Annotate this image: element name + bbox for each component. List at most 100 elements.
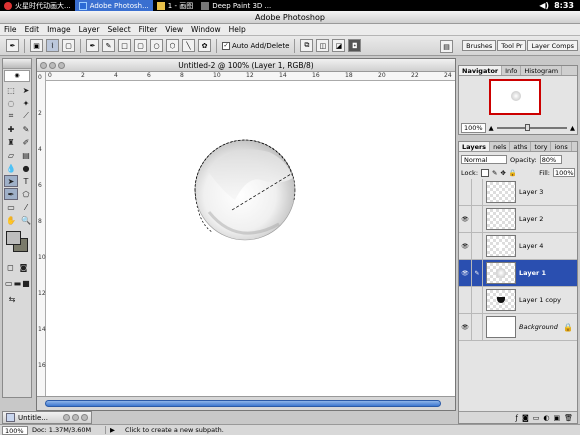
speaker-icon[interactable]: ◀)	[539, 1, 549, 10]
line-icon[interactable]: ╲	[182, 39, 195, 52]
menu-file[interactable]: File	[0, 24, 21, 36]
navigator-preview[interactable]	[489, 79, 541, 115]
pen-tool-preset-icon[interactable]: ✒	[6, 39, 19, 52]
taskbar-item-deep-paint[interactable]: Deep Paint 3D ...	[197, 0, 275, 11]
visibility-toggle[interactable]	[459, 286, 472, 314]
brush-icon[interactable]: ✎	[472, 259, 483, 287]
minimize-icon[interactable]	[49, 62, 56, 69]
standard-mode-icon[interactable]: ◻	[5, 261, 16, 273]
tab-info[interactable]: Info	[502, 66, 522, 75]
menu-layer[interactable]: Layer	[75, 24, 104, 36]
tab-navigator[interactable]: Navigator	[459, 66, 503, 75]
menu-view[interactable]: View	[161, 24, 187, 36]
eraser-tool-icon[interactable]: ▱	[4, 149, 18, 161]
layer-style-icon[interactable]: ƒ	[515, 414, 517, 422]
layer-row-background[interactable]: 👁 Background 🔒	[459, 313, 577, 341]
zoom-icon[interactable]	[81, 414, 88, 421]
screen-mode-standard-icon[interactable]: ▭	[5, 277, 13, 289]
close-icon[interactable]	[63, 414, 70, 421]
menu-window[interactable]: Window	[187, 24, 225, 36]
link-toggle[interactable]	[472, 286, 483, 314]
zoom-slider[interactable]	[496, 124, 567, 131]
screen-mode-full-menu-icon[interactable]: ▬	[14, 277, 22, 289]
taskbar-item-photoshop[interactable]: Adobe Photosh...	[74, 0, 153, 11]
palette-well-tab-layer-comps[interactable]: Layer Comps	[527, 40, 578, 51]
hand-tool-icon[interactable]: ✋	[4, 214, 18, 226]
menu-help[interactable]: Help	[225, 24, 250, 36]
opacity-field[interactable]: 80%	[539, 155, 562, 164]
tab-layers[interactable]: Layers	[459, 142, 491, 151]
foreground-color[interactable]	[6, 231, 21, 245]
polygon-icon[interactable]: ⬡	[166, 39, 179, 52]
lock-pixels-icon[interactable]: ✎	[492, 169, 497, 177]
tab-paths[interactable]: aths	[510, 142, 532, 151]
close-icon[interactable]	[40, 62, 47, 69]
link-toggle[interactable]	[472, 232, 483, 260]
slice-tool-icon[interactable]: ⟋	[19, 110, 33, 122]
link-toggle[interactable]	[472, 178, 483, 206]
notes-tool-icon[interactable]: ▭	[4, 201, 18, 213]
lock-all-icon[interactable]: 🔒	[509, 169, 517, 177]
palette-well-tab-brushes[interactable]: Brushes	[462, 40, 497, 51]
status-zoom-field[interactable]: 100%	[2, 425, 28, 435]
zoom-out-icon[interactable]: ▲	[489, 124, 494, 132]
ruler-horizontal[interactable]: 0 2 4 6 8 10 12 14 16 18 20 22 24	[46, 72, 455, 81]
navigator-zoom-value[interactable]: 100%	[461, 123, 486, 133]
taskbar-item-browser[interactable]: 火星时代动画大...	[0, 0, 75, 11]
zoom-in-icon[interactable]: ▲	[570, 124, 575, 132]
imageready-icon[interactable]: ⇆	[5, 293, 19, 305]
freeform-pen-icon[interactable]: ✎	[102, 39, 115, 52]
delete-layer-icon[interactable]: 🗑	[564, 414, 573, 422]
subtract-path-icon[interactable]: ◫	[316, 39, 330, 52]
blend-mode-select[interactable]: Normal	[461, 155, 507, 164]
marquee-tool-icon[interactable]: ⬚	[4, 84, 18, 96]
lock-transparent-icon[interactable]	[481, 168, 490, 177]
scrollbar-thumb[interactable]	[45, 400, 441, 407]
new-group-icon[interactable]: ▭	[533, 414, 540, 422]
brush-tool-icon[interactable]: ✎	[19, 123, 33, 135]
eye-icon[interactable]: 👁	[459, 232, 472, 260]
screen-mode-full-icon[interactable]: ■	[22, 277, 30, 289]
new-layer-icon[interactable]: ▣	[553, 414, 560, 422]
adobe-online-icon[interactable]: ◉	[4, 70, 30, 82]
menu-select[interactable]: Select	[104, 24, 135, 36]
pen-tool-icon[interactable]: ✒	[4, 188, 18, 200]
crop-tool-icon[interactable]: ⌗	[4, 110, 18, 122]
eye-icon[interactable]: 👁	[459, 205, 472, 233]
fill-field[interactable]: 100%	[553, 168, 575, 177]
eye-icon[interactable]: 👁	[459, 313, 472, 341]
layer-row-layer-2[interactable]: 👁 Layer 2	[459, 205, 577, 233]
pen-icon[interactable]: ✒	[86, 39, 99, 52]
minimized-document[interactable]: Untitle...	[2, 411, 92, 424]
add-to-path-icon[interactable]: ⧉	[300, 39, 314, 52]
lasso-tool-icon[interactable]: ◌	[4, 97, 18, 109]
link-toggle[interactable]	[472, 313, 483, 341]
menu-edit[interactable]: Edit	[21, 24, 44, 36]
path-selection-tool-icon[interactable]: ➤	[4, 175, 18, 187]
ruler-vertical[interactable]: 0 2 4 6 8 10 12 14 16	[37, 72, 46, 396]
dodge-tool-icon[interactable]: ●	[19, 162, 33, 174]
zoom-slider-thumb[interactable]	[524, 124, 530, 131]
move-tool-icon[interactable]: ➤	[19, 84, 33, 96]
rectangle-icon[interactable]: □	[118, 39, 131, 52]
tab-channels[interactable]: nels	[490, 142, 511, 151]
zoom-icon[interactable]	[58, 62, 65, 69]
intersect-path-icon[interactable]: ◪	[332, 39, 346, 52]
visibility-toggle[interactable]	[459, 178, 472, 206]
type-tool-icon[interactable]: T	[19, 175, 33, 187]
file-browser-icon[interactable]: ▤	[440, 40, 454, 53]
blur-tool-icon[interactable]: 💧	[4, 162, 18, 174]
healing-brush-tool-icon[interactable]: ✚	[4, 123, 18, 135]
layer-row-layer-1[interactable]: 👁 ✎ Layer 1	[459, 259, 577, 287]
link-toggle[interactable]	[472, 205, 483, 233]
tab-actions[interactable]: ions	[551, 142, 572, 151]
tab-histogram[interactable]: Histogram	[521, 66, 563, 75]
taskbar-item-paint[interactable]: 1 - 画图	[153, 0, 197, 11]
rounded-rectangle-icon[interactable]: ▢	[134, 39, 147, 52]
canvas[interactable]	[47, 82, 455, 396]
shape-tool-icon[interactable]: ⬠	[19, 188, 33, 200]
zoom-tool-icon[interactable]: 🔍	[19, 214, 33, 226]
minimize-icon[interactable]	[72, 414, 79, 421]
eye-icon[interactable]: 👁	[459, 259, 472, 287]
status-menu-arrow-icon[interactable]: ▶	[106, 426, 119, 434]
